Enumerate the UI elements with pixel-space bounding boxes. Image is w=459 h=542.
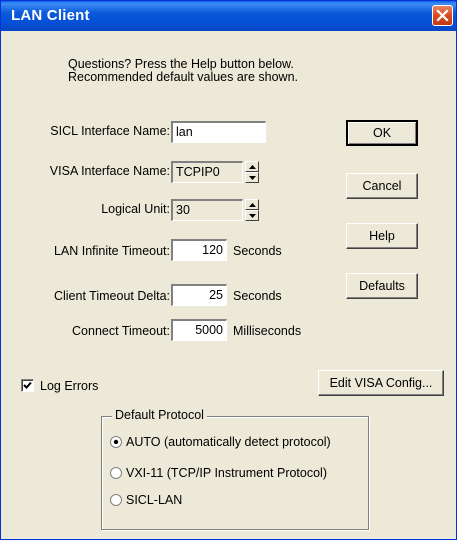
help-button[interactable]: Help [346, 223, 418, 249]
connect-timeout-input[interactable]: 5000 [171, 319, 227, 341]
visa-name-up-button[interactable] [245, 161, 259, 172]
sicl-name-label: SICL Interface Name: [50, 124, 170, 138]
visa-name-label: VISA Interface Name: [49, 164, 170, 178]
title-bar[interactable]: LAN Client [1, 1, 456, 31]
edit-visa-config-button[interactable]: Edit VISA Config... [318, 370, 444, 396]
connect-timeout-unit: Milliseconds [233, 324, 302, 338]
log-errors-label[interactable]: Log Errors [40, 379, 98, 393]
client-timeout-delta-unit: Seconds [233, 289, 282, 303]
visa-name-input[interactable]: TCPIP0 [171, 161, 243, 183]
log-errors-checkbox[interactable] [21, 379, 34, 392]
close-button[interactable] [432, 5, 453, 26]
help-hint-line-2: Recommended default values are shown. [68, 70, 298, 84]
client-timeout-delta-label: Client Timeout Delta: [53, 289, 170, 303]
arrow-down-icon [249, 214, 256, 218]
arrow-up-icon [249, 203, 256, 207]
default-protocol-legend: Default Protocol [112, 408, 207, 422]
sicl-name-input[interactable]: lan [171, 121, 266, 143]
close-icon [436, 9, 449, 22]
visa-name-spinner [245, 161, 259, 183]
window-title: LAN Client [11, 7, 90, 24]
logical-unit-spinner [245, 199, 259, 221]
lan-client-dialog: LAN Client Questions? Press the Help but… [0, 0, 457, 540]
radio-vxi11[interactable] [110, 467, 122, 479]
radio-sicl-lan[interactable] [110, 494, 122, 506]
arrow-down-icon [249, 176, 256, 180]
logical-unit-input[interactable]: 30 [171, 199, 243, 221]
arrow-up-icon [249, 165, 256, 169]
radio-vxi11-label[interactable]: VXI-11 (TCP/IP Instrument Protocol) [126, 466, 327, 480]
defaults-button[interactable]: Defaults [346, 273, 418, 299]
ok-button[interactable]: OK [346, 120, 418, 146]
client-timeout-delta-input[interactable]: 25 [171, 284, 227, 306]
lan-infinite-timeout-input[interactable]: 120 [171, 239, 227, 261]
lan-infinite-timeout-label: LAN Infinite Timeout: [53, 244, 170, 258]
radio-auto-label[interactable]: AUTO (automatically detect protocol) [126, 435, 331, 449]
connect-timeout-label: Connect Timeout: [72, 324, 170, 338]
logical-unit-up-button[interactable] [245, 199, 259, 210]
radio-sicl-lan-label[interactable]: SICL-LAN [126, 493, 182, 507]
lan-infinite-timeout-unit: Seconds [233, 244, 282, 258]
cancel-button[interactable]: Cancel [346, 173, 418, 199]
radio-auto[interactable] [110, 436, 122, 448]
checkmark-icon [23, 381, 32, 389]
logical-unit-label: Logical Unit: [101, 202, 170, 216]
dialog-body: Questions? Press the Help button below. … [4, 31, 453, 538]
logical-unit-down-button[interactable] [245, 210, 259, 221]
visa-name-down-button[interactable] [245, 172, 259, 183]
